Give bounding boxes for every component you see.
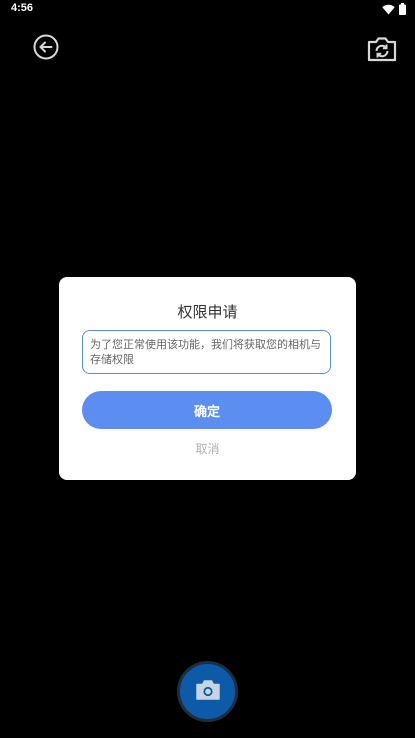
- status-bar: 4:56: [0, 0, 415, 20]
- permission-dialog: 权限申请 为了您正常使用该功能，我们将获取您的相机与存储权限 确定 取消: [59, 277, 356, 480]
- switch-camera-icon: [366, 37, 398, 67]
- dialog-title: 权限申请: [177, 303, 238, 321]
- back-arrow-icon: [33, 34, 59, 64]
- back-button[interactable]: [33, 34, 59, 60]
- confirm-button[interactable]: 确定: [82, 391, 332, 429]
- wifi-icon: [382, 0, 395, 19]
- shutter-button[interactable]: [177, 661, 238, 722]
- status-icons: [382, 2, 406, 15]
- status-time: 4:56: [11, 2, 34, 14]
- cancel-button[interactable]: 取消: [59, 440, 356, 457]
- battery-icon: [399, 0, 406, 19]
- camera-screen: 4:56 权限申请 为了您正常使用该功能，我们将获取您的相机与存储权限 确定 取…: [0, 0, 415, 738]
- dialog-message: 为了您正常使用该功能，我们将获取您的相机与存储权限: [82, 330, 331, 374]
- switch-camera-button[interactable]: [366, 35, 398, 63]
- camera-icon: [195, 679, 221, 705]
